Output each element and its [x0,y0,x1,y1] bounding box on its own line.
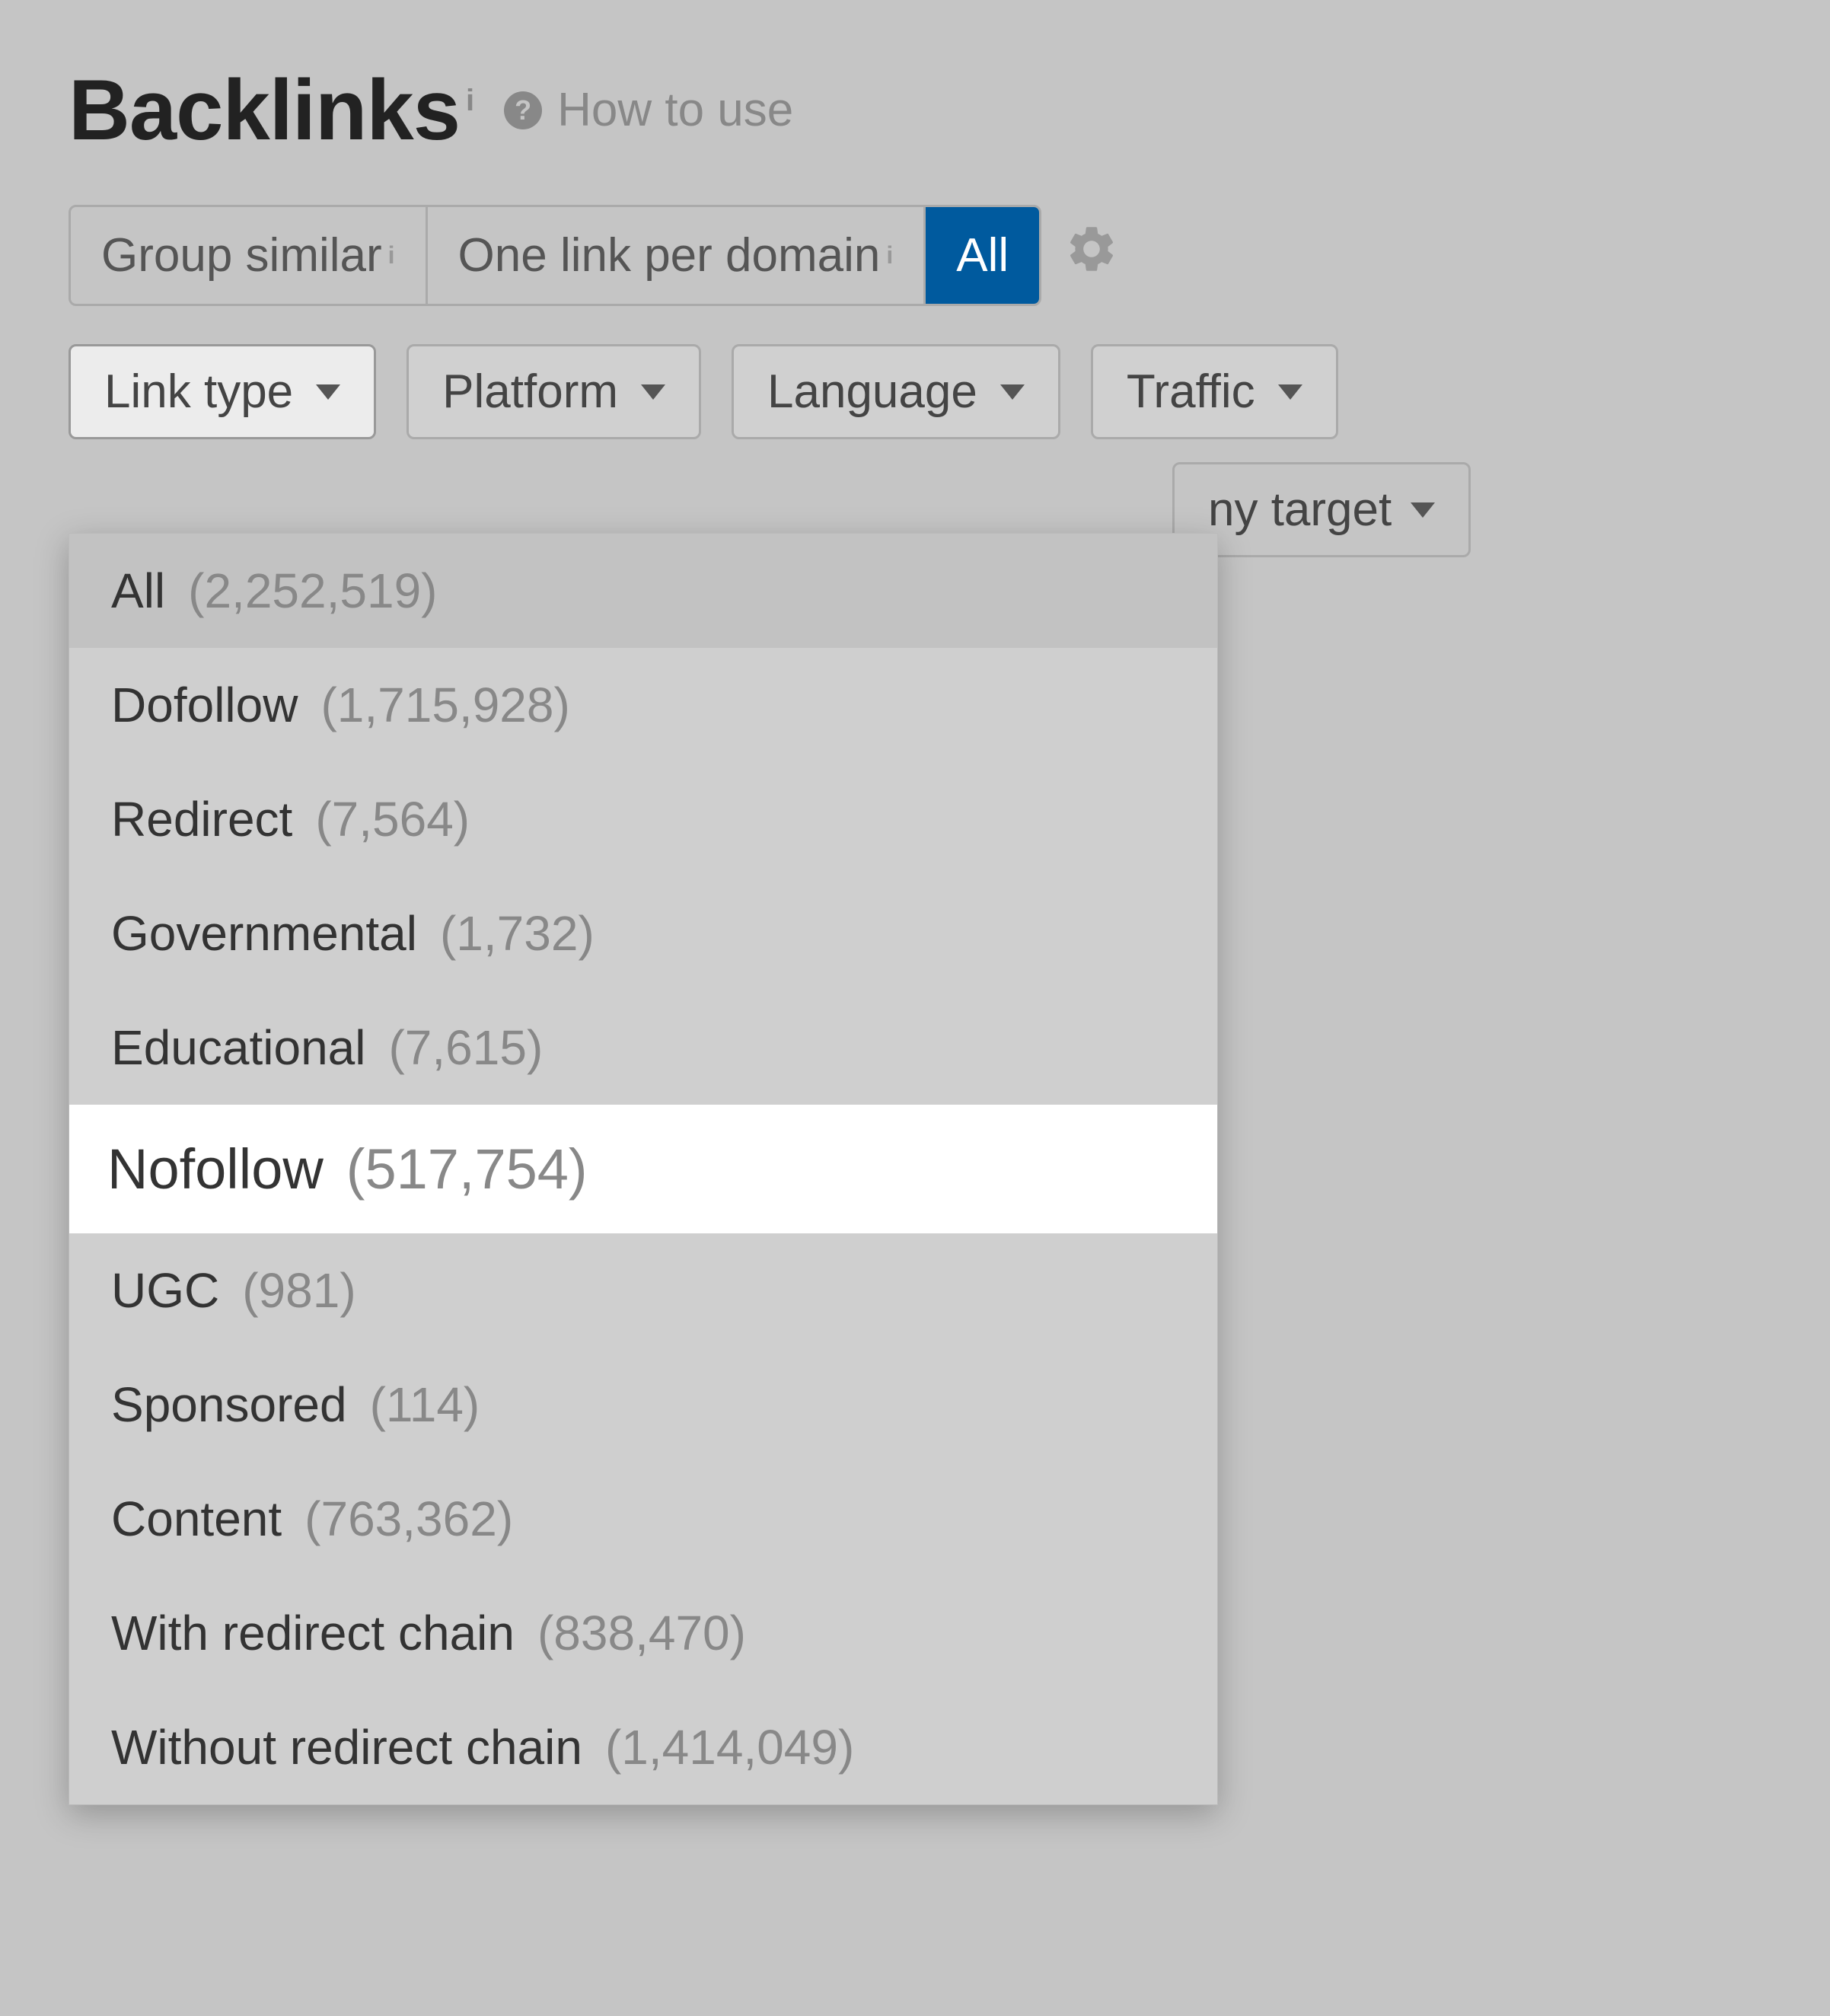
how-to-use-link[interactable]: ? How to use [504,83,793,137]
option-label: Redirect [111,791,292,847]
chevron-down-icon [316,384,340,400]
link-type-filter[interactable]: Link type [69,344,376,439]
link-type-option[interactable]: Content (763,362) [69,1462,1217,1576]
gear-icon[interactable] [1064,222,1119,289]
how-to-use-label: How to use [557,83,793,137]
option-count: (1,414,049) [605,1719,854,1775]
language-label: Language [767,365,977,419]
option-label: UGC [111,1262,219,1319]
option-label: Governmental [111,905,417,962]
help-icon: ? [504,91,542,129]
option-count: (114) [370,1376,480,1433]
link-type-dropdown: All (2,252,519) Dofollow (1,715,928) Redirec… [69,533,1218,1805]
option-label: With redirect chain [111,1605,515,1661]
link-type-option[interactable]: UGC (981) [69,1233,1217,1348]
link-type-option[interactable]: Sponsored (114) [69,1348,1217,1462]
one-link-label: One link per domain [458,228,881,282]
option-label: Dofollow [111,677,298,733]
info-icon: i [388,241,395,270]
link-type-option[interactable]: Governmental (1,732) [69,876,1217,990]
link-type-label: Link type [104,365,293,419]
link-type-option[interactable]: Educational (7,615) [69,990,1217,1105]
option-count: (7,564) [315,791,470,847]
view-toggle-row: Group similar i One link per domain i Al… [69,205,1761,306]
option-label: Content [111,1491,282,1547]
traffic-label: Traffic [1127,365,1255,419]
link-type-option[interactable]: Without redirect chain (1,414,049) [69,1690,1217,1804]
page-header: Backlinksi ? How to use [69,61,1761,159]
one-link-per-domain-toggle[interactable]: One link per domain i [428,207,926,304]
option-label: Educational [111,1019,365,1076]
option-label: Nofollow [107,1137,324,1201]
option-count: (838,470) [537,1605,746,1661]
option-label: Sponsored [111,1376,347,1433]
all-toggle[interactable]: All [926,207,1039,304]
option-count: (1,715,928) [320,677,569,733]
link-type-option[interactable]: With redirect chain (838,470) [69,1576,1217,1690]
link-type-option[interactable]: All (2,252,519) [69,534,1217,648]
chevron-down-icon [1000,384,1025,400]
all-label: All [956,228,1009,282]
title-text: Backlinks [69,62,460,158]
option-count: (763,362) [304,1491,513,1547]
chevron-down-icon [641,384,665,400]
any-target-label: ny target [1208,483,1392,537]
traffic-filter[interactable]: Traffic [1091,344,1338,439]
link-type-option[interactable]: Nofollow (517,754) [69,1105,1217,1233]
option-count: (2,252,519) [188,563,437,619]
filter-row: Link type Platform Language Traffic [69,344,1761,439]
platform-filter[interactable]: Platform [406,344,701,439]
chevron-down-icon [1278,384,1302,400]
platform-label: Platform [442,365,618,419]
option-label: Without redirect chain [111,1719,582,1775]
option-count: (981) [242,1262,355,1319]
group-similar-toggle[interactable]: Group similar i [71,207,428,304]
language-filter[interactable]: Language [732,344,1060,439]
option-label: All [111,563,165,619]
option-count: (1,732) [440,905,595,962]
view-toggle-group: Group similar i One link per domain i Al… [69,205,1041,306]
group-similar-label: Group similar [101,228,382,282]
info-icon: i [886,241,893,270]
option-count: (7,615) [388,1019,543,1076]
page-title: Backlinksi [69,61,473,159]
info-icon[interactable]: i [466,84,473,117]
link-type-option[interactable]: Redirect (7,564) [69,762,1217,876]
chevron-down-icon [1411,502,1435,518]
option-count: (517,754) [346,1137,588,1201]
link-type-option[interactable]: Dofollow (1,715,928) [69,648,1217,762]
